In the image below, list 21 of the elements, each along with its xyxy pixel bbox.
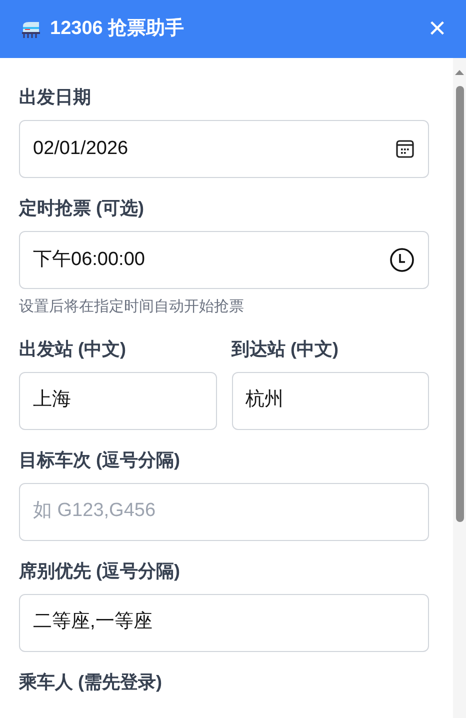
field-label: 到达站 (中文) [232, 338, 338, 360]
date-field[interactable]: 02/01/2026 [19, 120, 429, 178]
train-icon [20, 19, 42, 39]
field-label: 定时抢票 (可选) [19, 197, 144, 220]
field-label: 出发日期 [19, 86, 91, 109]
field-label: 目标车次 (逗号分隔) [19, 448, 180, 472]
input-field[interactable]: 二等座,一等座 [19, 594, 429, 652]
field-label: 出发站 (中文) [19, 338, 126, 360]
field-label: 席别优先 (逗号分隔) [19, 560, 180, 582]
input-field[interactable]: 上海 [19, 372, 216, 430]
input-field[interactable]: 杭州 [232, 372, 429, 430]
clock-icon[interactable] [389, 247, 415, 273]
scrollbar-thumb[interactable] [456, 86, 464, 522]
close-button[interactable]: × [428, 14, 446, 44]
time-field[interactable]: 下午06:00:00 [19, 231, 429, 289]
field-label: 乘车人 (需先登录) [19, 670, 162, 694]
app-title: 12306 抢票助手 [50, 16, 184, 41]
hint-text: 设置后将在指定时间自动开始抢票 [19, 297, 244, 317]
calendar-icon[interactable] [395, 139, 415, 159]
scroll-up-icon[interactable] [453, 68, 466, 76]
scrollbar[interactable] [453, 58, 466, 718]
